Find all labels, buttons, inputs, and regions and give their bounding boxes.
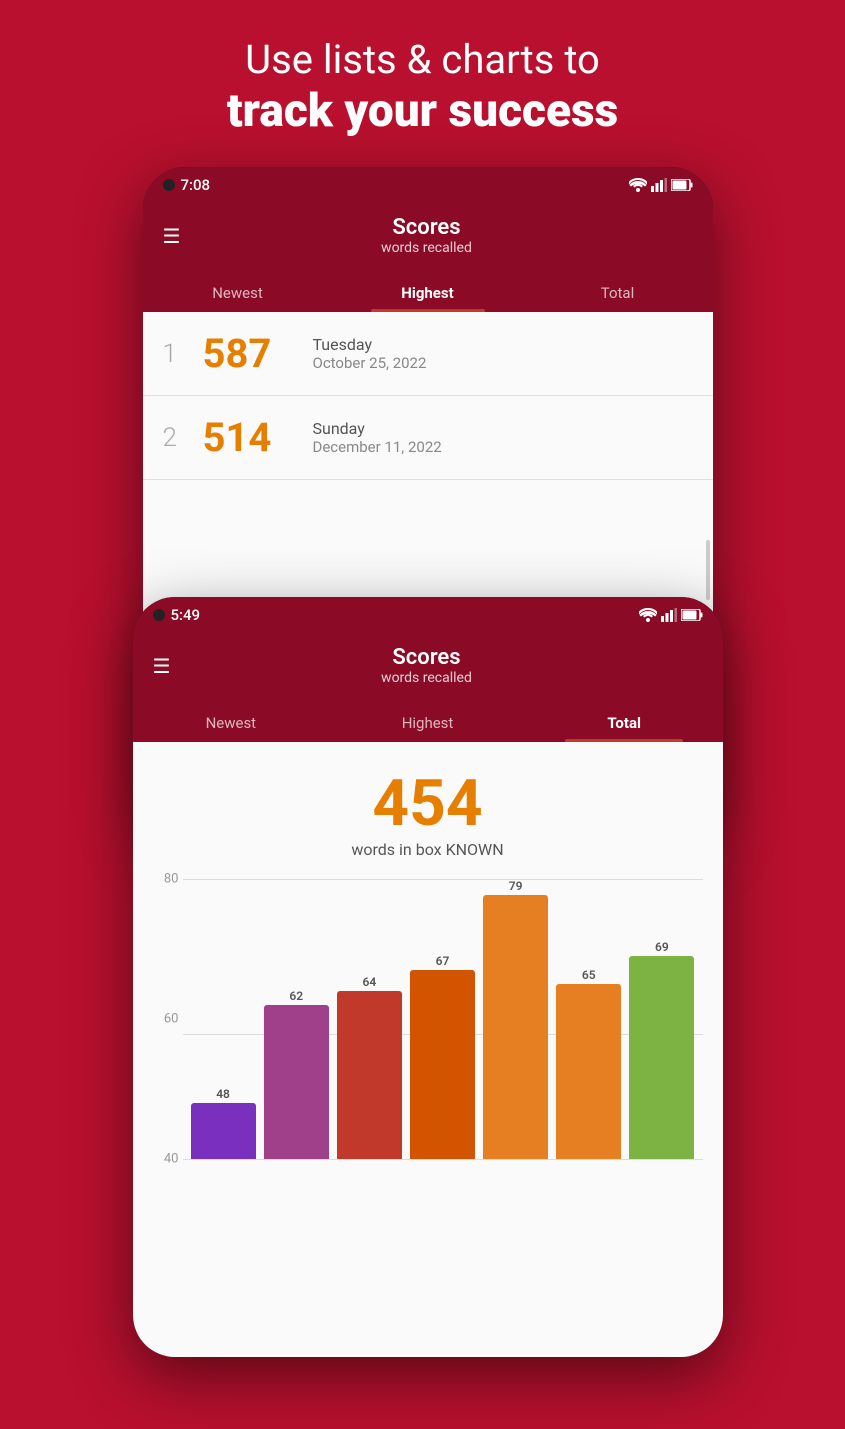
- score-value-1: 587: [203, 330, 313, 377]
- y-label-40: 40: [164, 1152, 179, 1167]
- bar-label-5: 79: [509, 879, 523, 893]
- signal-icon: [651, 178, 667, 192]
- hamburger-menu-1[interactable]: ☰: [163, 226, 181, 246]
- bar-label-3: 64: [362, 975, 376, 989]
- scrollbar-1[interactable]: [706, 540, 710, 600]
- wifi-icon-2: [639, 608, 657, 622]
- bar-item-1: 48: [191, 879, 256, 1159]
- battery-icon: [671, 179, 693, 191]
- bar-3: [337, 991, 402, 1159]
- status-icons-2: [639, 608, 703, 622]
- camera-phone2: [153, 609, 165, 621]
- score-row-2: 2 514 Sunday December 11, 2022: [143, 396, 713, 480]
- score-date-1: Tuesday October 25, 2022: [313, 335, 693, 372]
- tabs-1: Newest Highest Total: [143, 272, 713, 312]
- app-title-2: Scores: [186, 645, 666, 670]
- bar-item-3: 64: [337, 879, 402, 1159]
- tab-highest-1[interactable]: Highest: [333, 272, 523, 312]
- tab-newest-2[interactable]: Newest: [133, 702, 330, 742]
- bar-label-6: 65: [582, 968, 596, 982]
- app-bar-title-2: Scores words recalled: [186, 645, 666, 686]
- tab-total-2[interactable]: Total: [526, 702, 723, 742]
- app-bar-title-1: Scores words recalled: [196, 215, 656, 256]
- phones-container: 7:08 ☰ Scores words recalled Newest: [13, 167, 833, 1357]
- bar-2: [264, 1005, 329, 1159]
- bar-label-2: 62: [289, 989, 303, 1003]
- bar-4: [410, 970, 475, 1159]
- camera-phone1: [163, 179, 175, 191]
- tab-newest-1[interactable]: Newest: [143, 272, 333, 312]
- hero-line1: Use lists & charts to: [227, 36, 618, 84]
- hero-text: Use lists & charts to track your success: [227, 36, 618, 139]
- app-title-1: Scores: [196, 215, 656, 240]
- tab-total-1[interactable]: Total: [523, 272, 713, 312]
- grid-line-40: [183, 1159, 703, 1160]
- status-bar-1: 7:08: [143, 167, 713, 203]
- time-phone1: 7:08: [181, 176, 211, 194]
- bar-7: [629, 956, 694, 1159]
- hero-line2: track your success: [227, 84, 618, 139]
- bars-area: 48 62 64 67: [183, 879, 703, 1159]
- rank-2: 2: [163, 423, 203, 453]
- score-value-2: 514: [203, 414, 313, 461]
- bar-1: [191, 1103, 256, 1159]
- total-section: 454 words in box KNOWN: [133, 742, 723, 869]
- status-bar-2: 5:49: [133, 597, 723, 633]
- day-name-1: Tuesday: [313, 335, 693, 354]
- app-subtitle-2: words recalled: [186, 670, 666, 686]
- score-date-2: Sunday December 11, 2022: [313, 419, 693, 456]
- tabs-2: Newest Highest Total: [133, 702, 723, 742]
- full-date-2: December 11, 2022: [313, 438, 693, 456]
- total-number: 454: [153, 772, 703, 836]
- signal-icon-2: [661, 608, 677, 622]
- status-icons-1: [629, 178, 693, 192]
- bar-item-5: 79: [483, 879, 548, 1159]
- total-label: words in box KNOWN: [153, 840, 703, 859]
- bar-label-7: 69: [655, 940, 669, 954]
- app-bar-1: ☰ Scores words recalled: [143, 203, 713, 272]
- rank-1: 1: [163, 339, 203, 369]
- wifi-icon: [629, 178, 647, 192]
- chart-container: 80 60 40 48: [133, 869, 723, 1357]
- bar-6: [556, 984, 621, 1159]
- score-row-1: 1 587 Tuesday October 25, 2022: [143, 312, 713, 396]
- time-phone2: 5:49: [171, 606, 201, 624]
- bar-item-4: 67: [410, 879, 475, 1159]
- chart-area: 80 60 40 48: [153, 879, 703, 1189]
- day-name-2: Sunday: [313, 419, 693, 438]
- hamburger-menu-2[interactable]: ☰: [153, 656, 171, 676]
- phone2: 5:49 ☰ Scores words recalled Newest: [133, 597, 723, 1357]
- y-label-80: 80: [164, 872, 179, 887]
- bar-label-4: 67: [436, 954, 450, 968]
- bar-item-6: 65: [556, 879, 621, 1159]
- y-label-60: 60: [164, 1012, 179, 1027]
- bar-5: [483, 895, 548, 1159]
- app-bar-2: ☰ Scores words recalled: [133, 633, 723, 702]
- full-date-1: October 25, 2022: [313, 354, 693, 372]
- tab-highest-2[interactable]: Highest: [329, 702, 526, 742]
- app-subtitle-1: words recalled: [196, 240, 656, 256]
- bar-item-2: 62: [264, 879, 329, 1159]
- battery-icon-2: [681, 609, 703, 621]
- bar-item-7: 69: [629, 879, 694, 1159]
- bar-label-1: 48: [216, 1087, 230, 1101]
- y-axis: 80 60 40: [153, 879, 183, 1159]
